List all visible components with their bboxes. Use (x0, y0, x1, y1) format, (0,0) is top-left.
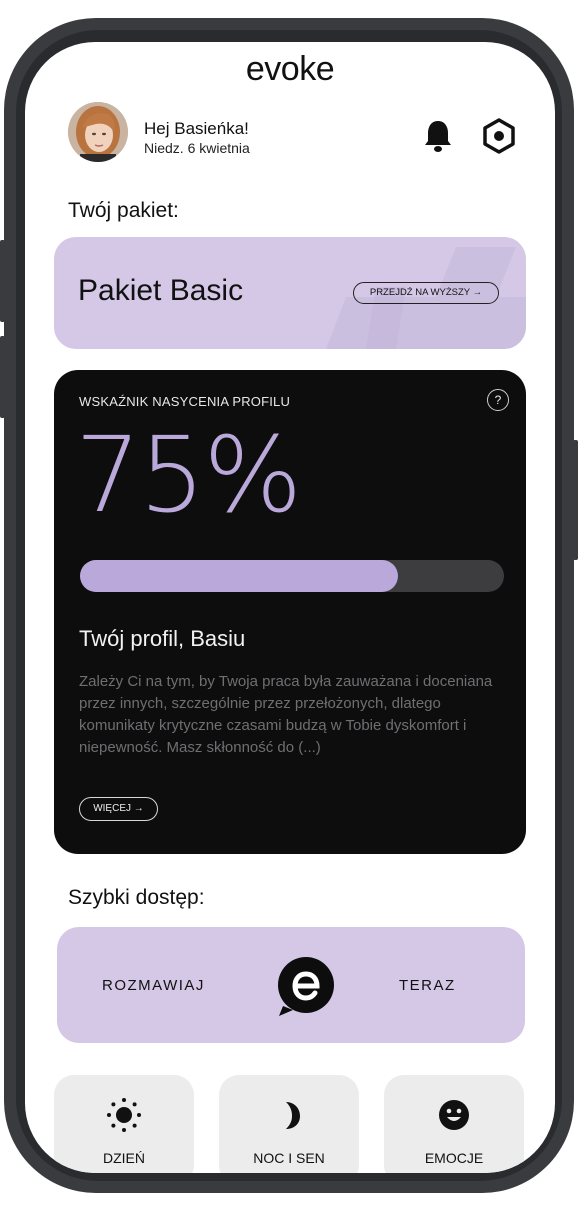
avatar-image (68, 102, 128, 162)
talk-right-label: TERAZ (399, 977, 456, 994)
moon-icon (286, 1102, 300, 1129)
volume-down-button (0, 336, 5, 418)
more-button[interactable]: WIĘCEJ → (79, 797, 158, 821)
greeting-text: Hej Basieńka! (144, 119, 249, 138)
profile-saturation-label: WSKAŹNIK NASYCENIA PROFILU (79, 394, 291, 409)
smiley-icon (439, 1100, 469, 1130)
quick-access-title: Szybki dostęp: (68, 886, 205, 909)
profile-description: Zależy Ci na tym, by Twoja praca była za… (79, 673, 493, 756)
avatar[interactable] (68, 102, 128, 162)
tile-night-sleep-label: NOC I SEN (253, 1150, 325, 1166)
profile-percent: 75% (75, 414, 302, 536)
profile-saturation-card: WSKAŹNIK NASYCENIA PROFILU ? 75% Twój pr… (54, 370, 526, 854)
sun-icon (107, 1098, 141, 1132)
tile-night-sleep[interactable]: NOC I SEN (219, 1075, 359, 1173)
tile-emotions[interactable]: EMOCJE (384, 1075, 524, 1173)
package-card[interactable]: Pakiet Basic PRZEJDŹ NA WYŻSZY → (54, 237, 526, 349)
bell-icon[interactable] (423, 118, 453, 154)
date-text: Niedz. 6 kwietnia (144, 140, 250, 156)
talk-left-label: ROZMAWIAJ (102, 977, 205, 994)
profile-title: Twój profil, Basiu (79, 626, 246, 651)
app-screen: evoke Hej Basieńka! Niedz. 6 kwietnia Tw… (25, 42, 555, 1173)
profile-progress-bar (80, 560, 504, 592)
help-icon[interactable]: ? (487, 389, 509, 411)
talk-now-card[interactable]: ROZMAWIAJ TERAZ (57, 927, 525, 1043)
chat-logo-icon (278, 957, 334, 1016)
power-button (573, 440, 578, 560)
tile-day-label: DZIEŃ (103, 1150, 145, 1166)
profile-progress-fill (80, 560, 398, 592)
volume-up-button (0, 240, 5, 322)
tile-emotions-label: EMOCJE (424, 1150, 484, 1166)
app-logo: evoke (245, 50, 335, 88)
settings-icon[interactable] (481, 118, 517, 154)
tile-day[interactable]: DZIEŃ (54, 1075, 194, 1173)
package-section-title: Twój pakiet: (68, 199, 179, 222)
upgrade-package-button[interactable]: PRZEJDŹ NA WYŻSZY → (353, 282, 499, 304)
package-name: Pakiet Basic (78, 274, 244, 307)
